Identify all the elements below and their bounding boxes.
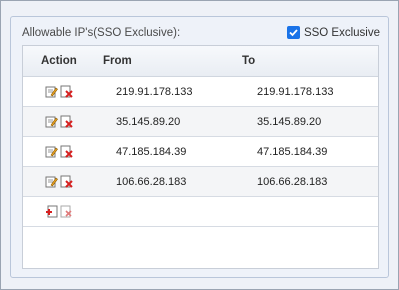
table-row: 219.91.178.133 219.91.178.133 [23, 77, 378, 107]
row-actions [23, 145, 101, 158]
header-action: Action [41, 55, 77, 67]
new-row [23, 197, 378, 227]
table-row: 106.66.28.183 106.66.28.183 [23, 167, 378, 197]
row-actions [23, 85, 101, 98]
row-actions [23, 175, 101, 188]
panel-title: Allowable IP's(SSO Exclusive): [22, 27, 181, 39]
header-to: To [242, 55, 256, 67]
new-row-actions [23, 205, 101, 218]
ip-table: Action From To 219.91.178.133 219.91.178… [22, 45, 379, 269]
delete-icon[interactable] [60, 175, 73, 188]
edit-icon[interactable] [45, 145, 58, 158]
edit-icon[interactable] [45, 115, 58, 128]
cell-to: 35.145.89.20 [257, 115, 322, 128]
delete-icon[interactable] [60, 115, 73, 128]
add-icon[interactable] [45, 205, 58, 218]
delete-icon[interactable] [60, 85, 73, 98]
cell-from: 106.66.28.183 [116, 175, 187, 188]
row-actions [23, 115, 101, 128]
cancel-icon[interactable] [60, 205, 73, 218]
table-row: 47.185.184.39 47.185.184.39 [23, 137, 378, 167]
cell-to: 47.185.184.39 [257, 145, 328, 158]
sso-exclusive-toggle[interactable]: SSO Exclusive [286, 26, 380, 39]
sso-exclusive-checkbox[interactable] [286, 26, 300, 39]
sso-exclusive-label: SSO Exclusive [303, 26, 380, 39]
delete-icon[interactable] [60, 145, 73, 158]
checkmark-icon [289, 29, 298, 37]
edit-icon[interactable] [45, 175, 58, 188]
cell-to: 106.66.28.183 [257, 175, 328, 188]
cell-from: 219.91.178.133 [116, 85, 193, 98]
cell-from: 47.185.184.39 [116, 145, 187, 158]
table-row: 35.145.89.20 35.145.89.20 [23, 107, 378, 137]
header-from: From [103, 55, 132, 67]
cell-to: 219.91.178.133 [257, 85, 334, 98]
allowable-ips-panel: Allowable IP's(SSO Exclusive): SSO Exclu… [10, 16, 389, 278]
cell-from: 35.145.89.20 [116, 115, 181, 128]
window-frame: Allowable IP's(SSO Exclusive): SSO Exclu… [0, 0, 399, 290]
edit-icon[interactable] [45, 85, 58, 98]
table-header: Action From To [23, 46, 378, 77]
